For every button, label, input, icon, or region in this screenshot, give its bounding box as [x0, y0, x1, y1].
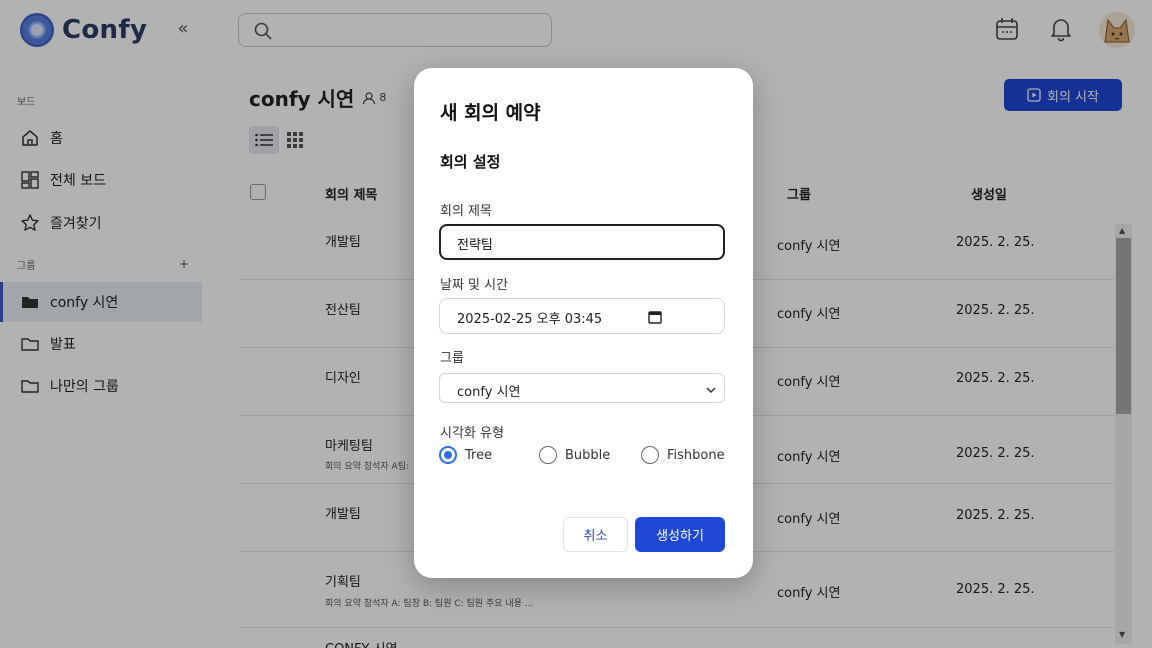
cancel-button[interactable]: 취소 [563, 517, 628, 552]
new-meeting-modal: 새 회의 예약 회의 설정 회의 제목 날짜 및 시간 2025-02-25 오… [414, 68, 753, 578]
viz-option-label: Fishbone [667, 447, 725, 463]
modal-section-title: 회의 설정 [440, 153, 501, 171]
calendar-picker-icon[interactable] [648, 309, 662, 328]
group-label: 그룹 [440, 351, 464, 366]
modal-title: 새 회의 예약 [440, 102, 541, 124]
viz-type-radio-group: Tree Bubble Fishbone [439, 446, 739, 466]
radio-fishbone[interactable] [641, 446, 659, 464]
datetime-field[interactable]: 2025-02-25 오후 03:45 [439, 298, 725, 334]
create-button[interactable]: 생성하기 [635, 517, 725, 552]
viz-option-tree[interactable]: Tree [439, 446, 492, 464]
viz-option-bubble[interactable]: Bubble [539, 446, 610, 464]
meeting-title-field[interactable] [439, 224, 725, 260]
meeting-title-input[interactable] [457, 233, 707, 253]
viz-type-label: 시각화 유형 [440, 426, 504, 441]
viz-option-label: Bubble [565, 447, 611, 463]
meeting-title-label: 회의 제목 [440, 204, 492, 219]
chevron-down-icon [704, 382, 718, 401]
datetime-value: 2025-02-25 오후 03:45 [457, 312, 603, 327]
group-select[interactable]: confy 시연 [439, 373, 725, 403]
radio-tree[interactable] [439, 446, 457, 464]
datetime-label: 날짜 및 시간 [440, 278, 509, 293]
viz-option-label: Tree [465, 447, 493, 463]
viz-option-fishbone[interactable]: Fishbone [641, 446, 725, 464]
radio-bubble[interactable] [539, 446, 557, 464]
group-select-value: confy 시연 [457, 385, 521, 400]
